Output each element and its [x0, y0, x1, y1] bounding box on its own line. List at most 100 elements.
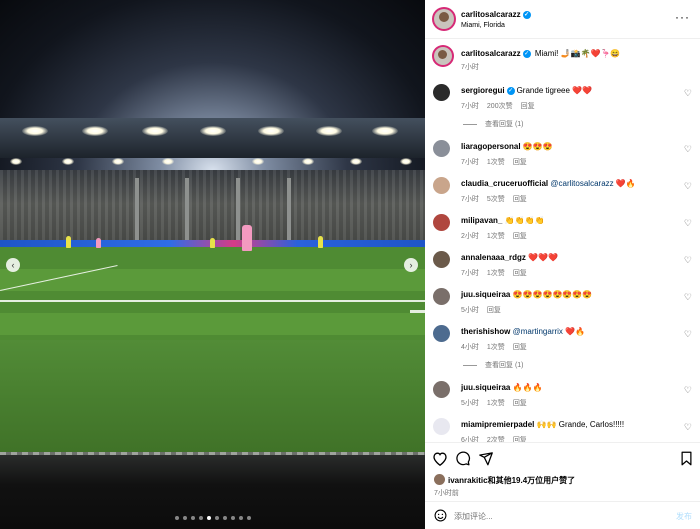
stand-aisle — [185, 178, 189, 240]
comment-username[interactable]: therishishow — [461, 327, 510, 336]
carousel-dot — [246, 516, 251, 520]
pitch-foreground — [0, 340, 425, 458]
avatar[interactable] — [434, 47, 452, 65]
avatar[interactable] — [433, 288, 450, 305]
carousel-dot — [198, 516, 203, 520]
comment-username[interactable]: annalenaaa_rdgz — [461, 253, 526, 262]
floodlight — [372, 126, 398, 136]
liked-by-text[interactable]: ivanrakitic和其他19.4万位用户赞了 — [448, 475, 575, 486]
verified-icon: ✓ — [522, 49, 531, 58]
view-replies-button[interactable]: 查看回复 (1) — [463, 119, 524, 129]
reply-button[interactable]: 回复 — [487, 307, 501, 314]
comment-username[interactable]: miamipremierpadel — [461, 420, 534, 429]
add-comment-bar: 发布 — [425, 501, 700, 529]
carousel-dot — [230, 516, 235, 520]
floodlight — [316, 126, 342, 136]
heart-icon[interactable]: ♡ — [684, 292, 692, 303]
author-username[interactable]: carlitosalcarazz — [461, 10, 521, 19]
avatar[interactable] — [433, 214, 450, 231]
more-horizontal-icon[interactable]: ··· — [675, 10, 690, 24]
floodlight — [112, 158, 124, 165]
author-username[interactable]: carlitosalcarazz — [461, 49, 521, 58]
stand-aisle — [236, 178, 240, 240]
verified-icon: ✓ — [506, 86, 515, 95]
pitch-line — [410, 310, 425, 313]
reply-button[interactable]: 回复 — [513, 400, 527, 407]
floodlight — [62, 158, 74, 165]
floodlight — [400, 158, 412, 165]
comment-likes[interactable]: 1次赞 — [487, 233, 505, 240]
comment-username[interactable]: liaragopersonal — [461, 142, 521, 151]
comment-text: 🔥🔥🔥 — [512, 383, 543, 392]
comment-likes[interactable]: 1次赞 — [487, 270, 505, 277]
heart-icon[interactable] — [432, 451, 448, 469]
chevron-right-icon[interactable]: › — [404, 258, 418, 272]
pitch-line — [0, 300, 425, 302]
comment-text: ❤️🔥 — [565, 327, 586, 336]
carousel-dot — [238, 516, 243, 520]
chevron-left-icon[interactable]: ‹ — [6, 258, 20, 272]
player — [96, 238, 101, 248]
heart-icon[interactable]: ♡ — [684, 144, 692, 155]
comment-mention[interactable]: @martingarrix — [513, 327, 563, 336]
reply-button[interactable]: 回复 — [513, 233, 527, 240]
emoji-icon[interactable] — [434, 509, 447, 525]
floodlight — [258, 126, 284, 136]
post-comment-button[interactable]: 发布 — [676, 511, 692, 522]
view-replies-button[interactable]: 查看回复 (1) — [463, 360, 524, 370]
heart-icon[interactable]: ♡ — [684, 181, 692, 192]
stand-aisle — [287, 178, 291, 240]
reply-button[interactable]: 回复 — [513, 159, 527, 166]
comment-likes[interactable]: 5次赞 — [487, 196, 505, 203]
send-icon[interactable] — [478, 451, 494, 469]
carousel-dot — [222, 516, 227, 520]
comment-likes[interactable]: 200次赞 — [487, 103, 513, 110]
avatar[interactable] — [433, 251, 450, 268]
avatar[interactable] — [433, 177, 450, 194]
heart-icon[interactable]: ♡ — [684, 255, 692, 266]
comment-username[interactable]: sergioregui — [461, 86, 505, 95]
comment-text: 😍😍😍 — [522, 142, 553, 151]
reply-button[interactable]: 回复 — [513, 196, 527, 203]
stand-aisle — [135, 178, 139, 240]
comment-input[interactable] — [454, 509, 654, 523]
heart-icon[interactable]: ♡ — [684, 218, 692, 229]
comment-mention[interactable]: @carlitosalcarazz — [550, 179, 613, 188]
comment-likes[interactable]: 1次赞 — [487, 159, 505, 166]
avatar[interactable] — [433, 325, 450, 342]
comment-username[interactable]: milipavan_ — [461, 216, 502, 225]
comment-username[interactable]: juu.siqueiraa — [461, 290, 510, 299]
avatar[interactable] — [433, 140, 450, 157]
comment-text: Grande tigreee ❤️❤️ — [516, 86, 593, 95]
heart-icon[interactable]: ♡ — [684, 88, 692, 99]
carousel-dot — [182, 516, 187, 520]
avatar[interactable] — [434, 9, 454, 29]
carousel-dot — [214, 516, 219, 520]
comment-icon[interactable] — [455, 451, 471, 469]
bookmark-icon[interactable] — [680, 451, 693, 469]
avatar[interactable] — [433, 84, 450, 101]
comment-time: 7小时 — [461, 103, 479, 110]
floodlight — [10, 158, 22, 165]
carousel-dot — [206, 516, 211, 520]
comment-time: 2小时 — [461, 233, 479, 240]
heart-icon[interactable]: ♡ — [684, 329, 692, 340]
comment-likes[interactable]: 1次赞 — [487, 400, 505, 407]
reply-button[interactable]: 回复 — [513, 344, 527, 351]
heart-icon[interactable]: ♡ — [684, 422, 692, 433]
reply-button[interactable]: 回复 — [521, 103, 535, 110]
comment-username[interactable]: claudia_cruceruofficial — [461, 179, 548, 188]
avatar[interactable] — [433, 418, 450, 435]
heart-icon[interactable]: ♡ — [684, 385, 692, 396]
reply-button[interactable]: 回复 — [513, 270, 527, 277]
player — [318, 236, 323, 248]
avatar[interactable] — [433, 381, 450, 398]
comment-likes[interactable]: 1次赞 — [487, 344, 505, 351]
post-photo[interactable]: ‹ › — [0, 0, 425, 529]
avatar[interactable] — [434, 474, 445, 485]
comment-time: 5小时 — [461, 307, 479, 314]
comment-username[interactable]: juu.siqueiraa — [461, 383, 510, 392]
location[interactable]: Miami, Florida — [461, 22, 505, 29]
carousel-indicator — [0, 516, 425, 520]
floodlight — [82, 126, 108, 136]
